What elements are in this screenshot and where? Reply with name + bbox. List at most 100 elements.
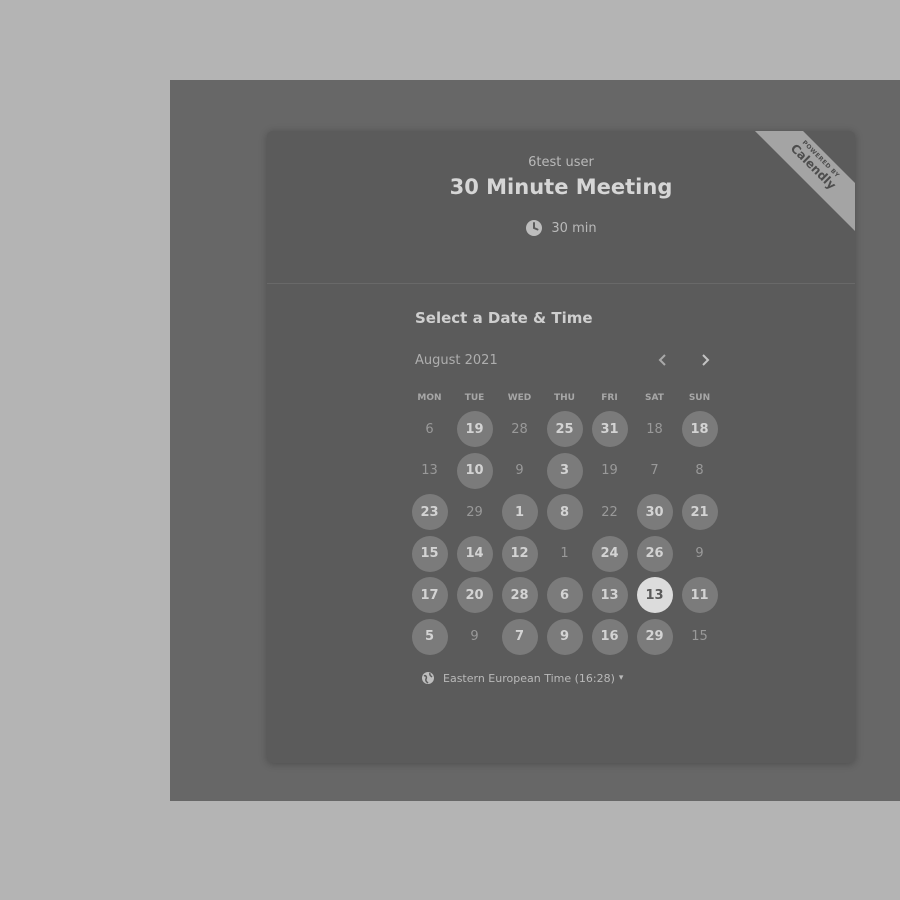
booking-card: 6test user 30 Minute Meeting 30 min POWE… (267, 131, 855, 763)
unavailable-day: 1 (560, 546, 569, 562)
day-cell: 28 (497, 575, 542, 617)
timezone-label: Eastern European Time (16:28) (443, 671, 615, 685)
available-day-button[interactable]: 24 (591, 535, 628, 572)
day-cell: 18 (632, 409, 677, 451)
event-header: 6test user 30 Minute Meeting 30 min POWE… (267, 131, 855, 284)
day-cell: 25 (542, 409, 587, 451)
unavailable-day: 9 (695, 546, 704, 562)
day-cell: 30 (632, 492, 677, 534)
weekday-thu: THU (554, 393, 575, 403)
day-cell: 5 (407, 617, 452, 659)
day-cell: 17 (407, 575, 452, 617)
available-day-button[interactable]: 5 (411, 618, 448, 655)
previous-month-button[interactable] (649, 347, 677, 375)
available-day-button[interactable]: 14 (456, 535, 493, 572)
unavailable-day: 9 (515, 463, 524, 479)
day-cell: 1 (497, 492, 542, 534)
timezone-selector[interactable]: Eastern European Time (16:28) ▾ (421, 671, 623, 685)
unavailable-day: 7 (650, 463, 659, 479)
available-day-button[interactable]: 9 (546, 618, 583, 655)
month-label: August 2021 (415, 353, 498, 368)
event-title: 30 Minute Meeting (449, 175, 673, 199)
day-cell: 26 (632, 534, 677, 576)
available-day-button[interactable]: 17 (411, 577, 448, 614)
available-day-button[interactable]: 21 (681, 494, 718, 531)
available-day-button[interactable]: 6 (546, 577, 583, 614)
weekday-mon: MON (417, 393, 442, 403)
available-day-button[interactable]: 16 (591, 618, 628, 655)
available-day-button[interactable]: 25 (546, 411, 583, 447)
available-day-button[interactable]: 23 (411, 494, 448, 531)
chevron-right-icon (700, 352, 710, 371)
chevron-left-icon (658, 352, 668, 371)
day-cell: 19 (587, 451, 632, 493)
unavailable-day: 15 (691, 629, 708, 645)
calendar-grid: 6 19 28 25 31 18 18 13 10 9 3 19 7 8 23 29 1 8 22 30 21 15 14 1… (407, 409, 722, 659)
day-cell: 9 (497, 451, 542, 493)
day-cell: 1 (542, 534, 587, 576)
day-cell: 9 (542, 617, 587, 659)
day-cell: 15 (407, 534, 452, 576)
unavailable-day: 6 (425, 421, 434, 437)
day-cell: 24 (587, 534, 632, 576)
unavailable-day: 18 (646, 421, 663, 437)
day-cell: 15 (677, 617, 722, 659)
day-cell: 19 (452, 409, 497, 451)
day-cell: 7 (497, 617, 542, 659)
day-cell: 31 (587, 409, 632, 451)
day-cell: 29 (452, 492, 497, 534)
day-cell: 13 (632, 575, 677, 617)
day-cell: 23 (407, 492, 452, 534)
day-cell: 22 (587, 492, 632, 534)
available-day-button[interactable]: 8 (546, 494, 583, 531)
unavailable-day: 19 (601, 463, 618, 479)
day-cell: 9 (452, 617, 497, 659)
organizer-name: 6test user (528, 155, 594, 170)
available-day-button[interactable]: 31 (591, 411, 628, 447)
available-day-button[interactable]: 7 (501, 618, 538, 655)
day-cell: 13 (587, 575, 632, 617)
available-day-button[interactable]: 15 (411, 535, 448, 572)
day-cell: 10 (452, 451, 497, 493)
available-day-button[interactable]: 1 (501, 494, 538, 531)
available-day-button[interactable]: 26 (636, 535, 673, 572)
selected-day-button[interactable]: 13 (636, 577, 673, 614)
clock-icon (525, 219, 543, 237)
weekday-sat: SAT (645, 393, 664, 403)
weekday-sun: SUN (688, 393, 711, 403)
day-cell: 12 (497, 534, 542, 576)
available-day-button[interactable]: 13 (591, 577, 628, 614)
available-day-button[interactable]: 12 (501, 535, 538, 572)
unavailable-day: 8 (695, 463, 704, 479)
unavailable-day: 29 (466, 504, 483, 520)
available-day-button[interactable]: 29 (636, 618, 673, 655)
select-date-heading: Select a Date & Time (415, 309, 593, 327)
day-cell: 20 (452, 575, 497, 617)
day-cell: 18 (677, 409, 722, 451)
available-day-button[interactable]: 11 (681, 577, 718, 614)
unavailable-day: 13 (421, 463, 438, 479)
duration-label: 30 min (551, 220, 597, 236)
next-month-button[interactable] (691, 347, 719, 375)
unavailable-day: 9 (470, 629, 479, 645)
day-cell: 16 (587, 617, 632, 659)
day-cell: 21 (677, 492, 722, 534)
unavailable-day: 28 (511, 421, 528, 437)
month-navigation: August 2021 (415, 353, 717, 373)
weekday-header: MON TUE WED THU FRI SAT SUN (407, 393, 722, 403)
day-cell: 9 (677, 534, 722, 576)
available-day-button[interactable]: 3 (546, 452, 583, 489)
available-day-button[interactable]: 18 (681, 411, 718, 447)
available-day-button[interactable]: 20 (456, 577, 493, 614)
day-cell: 3 (542, 451, 587, 493)
available-day-button[interactable]: 10 (456, 452, 493, 489)
event-duration: 30 min (267, 219, 855, 237)
caret-down-icon: ▾ (618, 673, 624, 683)
available-day-button[interactable]: 30 (636, 494, 673, 531)
weekday-tue: TUE (464, 393, 485, 403)
weekday-wed: WED (507, 393, 532, 403)
available-day-button[interactable]: 28 (501, 577, 538, 614)
available-day-button[interactable]: 19 (456, 411, 493, 447)
weekday-fri: FRI (601, 393, 618, 403)
day-cell: 11 (677, 575, 722, 617)
